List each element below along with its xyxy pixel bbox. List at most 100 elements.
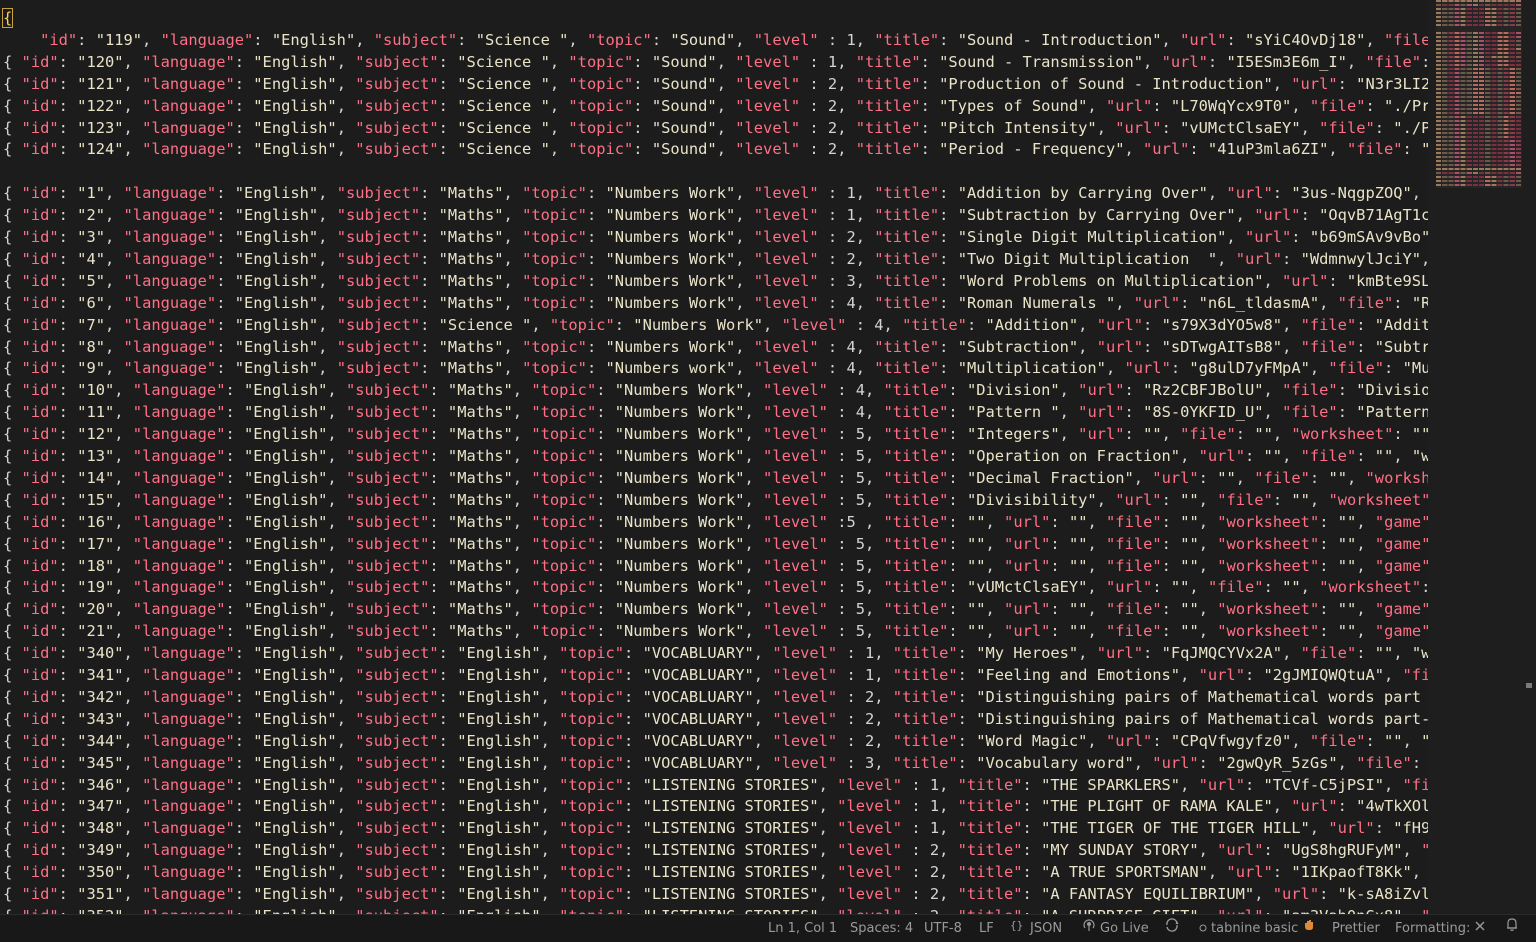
minimap-row [1436, 156, 1522, 158]
minimap-row [1436, 84, 1522, 86]
encoding-selector[interactable]: UTF-8 [924, 915, 962, 942]
code-line[interactable]: { "id": "7", "language": "English", "sub… [3, 314, 1428, 336]
minimap-row [1436, 180, 1522, 182]
code-line[interactable]: { "id": "352", "language": "English", "s… [3, 905, 1428, 914]
prettier-label: Prettier [1332, 921, 1380, 936]
code-line[interactable]: { [1, 7, 14, 29]
code-line[interactable]: { "id": "121", "language": "English", "s… [3, 73, 1428, 95]
minimap-row [1436, 52, 1522, 54]
status-bar: Ln 1, Col 1 Spaces: 4 UTF-8 LF {} JSON G… [0, 914, 1536, 942]
formatting-status[interactable]: Formatting: [1395, 915, 1486, 942]
minimap-row [1436, 72, 1522, 74]
code-line[interactable]: { "id": "347", "language": "English", "s… [3, 795, 1428, 817]
code-line[interactable]: { "id": "8", "language": "English", "sub… [3, 336, 1428, 358]
code-line[interactable]: { "id": "2", "language": "English", "sub… [3, 204, 1428, 226]
code-line[interactable]: { "id": "20", "language": "English", "su… [3, 598, 1428, 620]
minimap-row [1436, 48, 1522, 50]
minimap-row [1436, 64, 1522, 66]
minimap-row [1436, 160, 1522, 162]
minimap-row [1436, 20, 1522, 22]
vertical-scrollbar[interactable] [1522, 0, 1536, 914]
minimap-row [1436, 128, 1522, 130]
minimap-row [1436, 108, 1522, 110]
tabnine-circle-icon [1199, 915, 1207, 942]
code-line[interactable]: { "id": "16", "language": "English", "su… [3, 511, 1428, 533]
close-icon [1474, 915, 1486, 942]
code-line[interactable]: { "id": "13", "language": "English", "su… [3, 445, 1428, 467]
minimap-row [1436, 116, 1522, 118]
indentation-label: Spaces: 4 [850, 921, 914, 936]
minimap-row [1436, 168, 1522, 170]
language-mode-selector[interactable]: {} JSON [1010, 915, 1062, 942]
code-line[interactable]: { "id": "341", "language": "English", "s… [3, 664, 1428, 686]
minimap-row [1436, 112, 1522, 114]
code-line[interactable]: { "id": "340", "language": "English", "s… [3, 642, 1428, 664]
minimap-row [1436, 16, 1522, 18]
live-share-icon [1164, 915, 1180, 942]
live-share-button[interactable] [1164, 915, 1180, 942]
formatting-label: Formatting: [1395, 921, 1471, 936]
tabnine-status[interactable]: tabnine basic [1199, 915, 1316, 942]
code-line[interactable]: { "id": "11", "language": "English", "su… [3, 401, 1428, 423]
code-editor[interactable]: { "id": "119", "language": "English", "s… [0, 0, 1428, 914]
code-line[interactable]: "id": "119", "language": "English", "sub… [3, 29, 1428, 51]
broadcast-icon [1082, 915, 1096, 942]
code-line[interactable]: { "id": "21", "language": "English", "su… [3, 620, 1428, 642]
prettier-status[interactable]: Prettier [1332, 915, 1380, 942]
minimap-row [1436, 96, 1522, 98]
code-line[interactable]: { "id": "343", "language": "English", "s… [3, 708, 1428, 730]
tabnine-label: tabnine basic [1211, 921, 1299, 936]
code-line[interactable]: { "id": "123", "language": "English", "s… [3, 117, 1428, 139]
code-line[interactable]: { "id": "5", "language": "English", "sub… [3, 270, 1428, 292]
code-line[interactable]: { "id": "12", "language": "English", "su… [3, 423, 1428, 445]
minimap-row [1436, 148, 1522, 150]
code-line[interactable]: { "id": "14", "language": "English", "su… [3, 467, 1428, 489]
code-line[interactable]: { "id": "120", "language": "English", "s… [3, 51, 1428, 73]
minimap-row [1436, 92, 1522, 94]
code-line[interactable]: { "id": "10", "language": "English", "su… [3, 379, 1428, 401]
code-line[interactable]: { "id": "15", "language": "English", "su… [3, 489, 1428, 511]
minimap-row [1436, 12, 1522, 14]
code-line[interactable]: { "id": "9", "language": "English", "sub… [3, 357, 1428, 379]
minimap-row [1436, 56, 1522, 58]
hand-icon [1302, 915, 1316, 942]
code-line[interactable]: { "id": "350", "language": "English", "s… [3, 861, 1428, 883]
minimap-row [1436, 120, 1522, 122]
minimap[interactable] [1436, 0, 1522, 188]
notifications-button[interactable] [1505, 915, 1519, 942]
eol-selector[interactable]: LF [979, 915, 994, 942]
code-line[interactable]: { "id": "4", "language": "English", "sub… [3, 248, 1428, 270]
minimap-row [1436, 164, 1522, 166]
minimap-row [1436, 24, 1522, 26]
code-line[interactable]: { "id": "17", "language": "English", "su… [3, 533, 1428, 555]
code-line[interactable]: { "id": "349", "language": "English", "s… [3, 839, 1428, 861]
minimap-row [1436, 140, 1522, 142]
go-live-button[interactable]: Go Live [1082, 915, 1149, 942]
cursor-position[interactable]: Ln 1, Col 1 [768, 915, 837, 942]
minimap-row [1436, 28, 1522, 30]
eol-label: LF [979, 921, 994, 936]
code-line[interactable]: { "id": "346", "language": "English", "s… [3, 774, 1428, 796]
code-line[interactable]: { "id": "124", "language": "English", "s… [3, 138, 1428, 160]
indentation-selector[interactable]: Spaces: 4 [850, 915, 913, 942]
minimap-row [1436, 132, 1522, 134]
minimap-row [1436, 176, 1522, 178]
code-line[interactable]: { "id": "1", "language": "English", "sub… [3, 182, 1428, 204]
scrollbar-position-marker [1526, 683, 1532, 688]
code-line[interactable]: { "id": "122", "language": "English", "s… [3, 95, 1428, 117]
code-line[interactable]: { "id": "6", "language": "English", "sub… [3, 292, 1428, 314]
code-line[interactable]: { "id": "348", "language": "English", "s… [3, 817, 1428, 839]
code-line[interactable]: { "id": "3", "language": "English", "sub… [3, 226, 1428, 248]
code-line[interactable]: { "id": "351", "language": "English", "s… [3, 883, 1428, 905]
minimap-row [1436, 76, 1522, 78]
minimap-row [1436, 144, 1522, 146]
code-line[interactable]: { "id": "342", "language": "English", "s… [3, 686, 1428, 708]
minimap-row [1436, 44, 1522, 46]
code-line[interactable]: { "id": "344", "language": "English", "s… [3, 730, 1428, 752]
code-line[interactable]: { "id": "19", "language": "English", "su… [3, 576, 1428, 598]
minimap-row [1436, 80, 1522, 82]
code-line[interactable]: { "id": "345", "language": "English", "s… [3, 752, 1428, 774]
code-line[interactable]: { "id": "18", "language": "English", "su… [3, 555, 1428, 577]
cursor-position-label: Ln 1, Col 1 [768, 921, 838, 936]
encoding-label: UTF-8 [924, 921, 962, 936]
